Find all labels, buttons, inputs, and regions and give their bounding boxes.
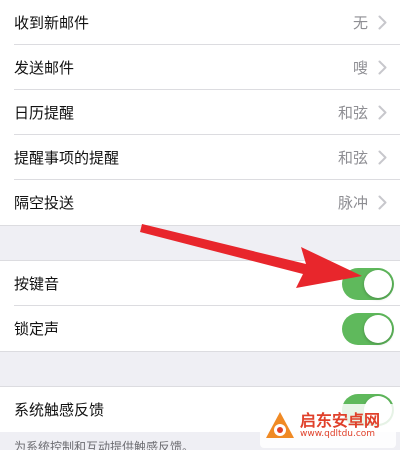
section-gap: [0, 351, 400, 387]
sounds-list: 收到新邮件 无 发送邮件 嗖 日历提醒 和弦 提醒事项的提醒 和弦 隔空投送 脉…: [0, 0, 400, 225]
settings-sounds-page: 收到新邮件 无 发送邮件 嗖 日历提醒 和弦 提醒事项的提醒 和弦 隔空投送 脉…: [0, 0, 400, 450]
row-value: 和弦: [337, 149, 368, 167]
watermark-title: 启东安卓网: [300, 411, 381, 431]
row-label: 发送邮件: [14, 59, 75, 77]
chevron-right-icon: [374, 105, 390, 121]
toggle-knob: [364, 269, 392, 298]
sound-row-new-mail[interactable]: 收到新邮件 无: [0, 0, 400, 45]
row-value: 脉冲: [337, 194, 368, 212]
lock-sound-toggle[interactable]: [342, 312, 394, 345]
sound-toggles: 按键音 锁定声: [0, 261, 400, 351]
chevron-right-icon: [374, 195, 390, 211]
lock-sound-row: 锁定声: [0, 306, 400, 351]
keyboard-clicks-row: 按键音: [0, 261, 400, 306]
sound-row-airdrop[interactable]: 隔空投送 脉冲: [0, 180, 400, 225]
row-value: 无: [352, 14, 368, 32]
sound-row-sent-mail[interactable]: 发送邮件 嗖: [0, 45, 400, 90]
section-gap: [0, 225, 400, 261]
chevron-right-icon: [374, 60, 390, 76]
sound-row-reminder-alerts[interactable]: 提醒事项的提醒 和弦: [0, 135, 400, 180]
row-label: 提醒事项的提醒: [14, 149, 120, 167]
row-value: 嗖: [352, 59, 368, 77]
sound-row-calendar-alerts[interactable]: 日历提醒 和弦: [0, 90, 400, 135]
lock-sound-label: 锁定声: [14, 320, 60, 338]
watermark-url: www.qdltdu.com: [300, 428, 376, 439]
row-value: 和弦: [337, 104, 368, 122]
row-label: 收到新邮件: [14, 14, 90, 32]
keyboard-clicks-toggle[interactable]: [342, 267, 394, 300]
site-watermark: 启东安卓网 www.qdltdu.com: [260, 404, 396, 448]
toggle-knob: [364, 314, 392, 343]
row-label: 日历提醒: [14, 104, 75, 122]
chevron-right-icon: [374, 15, 390, 31]
keyboard-clicks-label: 按键音: [14, 275, 60, 293]
chevron-right-icon: [374, 150, 390, 166]
row-label: 隔空投送: [14, 194, 75, 212]
watermark-logo-icon: [266, 412, 294, 438]
